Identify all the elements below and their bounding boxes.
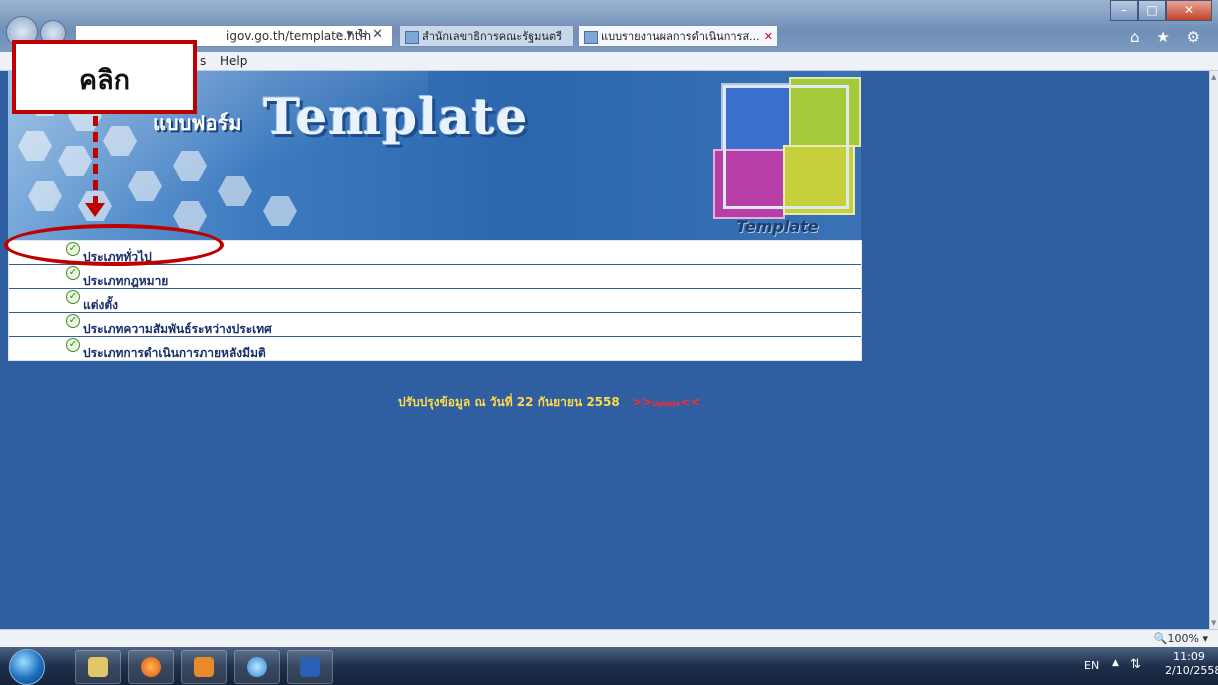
show-hidden-icons-icon[interactable]: ▲	[1112, 658, 1119, 668]
tab-cabinet-secretariat[interactable]: สำนักเลขาธิการคณะรัฐมนตรี	[399, 25, 574, 47]
internet-explorer-icon[interactable]	[234, 650, 280, 684]
close-window-button[interactable]: ✕	[1166, 0, 1212, 21]
clock-time: 11:09	[1173, 650, 1205, 663]
media-player-icon[interactable]	[181, 650, 227, 684]
page-content: แบบฟอร์ม Template Template ✓ ประเภททั่วไ…	[0, 71, 1209, 629]
highlight-ellipse	[4, 224, 224, 266]
check-circle-icon: ✓	[66, 314, 80, 328]
tab-report-form[interactable]: แบบรายงานผลการดำเนินการส... ✕	[578, 25, 778, 47]
file-explorer-icon[interactable]	[75, 650, 121, 684]
browser-status-bar: 🔍100% ▾	[0, 629, 1218, 648]
check-circle-icon: ✓	[66, 290, 80, 304]
menu-help[interactable]: Help	[220, 52, 247, 70]
language-indicator[interactable]: EN	[1084, 659, 1099, 672]
menu-item-international[interactable]: ✓ ประเภทความสัมพันธ์ระหว่างประเทศ	[9, 313, 861, 337]
minimize-button[interactable]: –	[1110, 0, 1138, 21]
menu-item-appointment[interactable]: ✓ แต่งตั้ง	[9, 289, 861, 313]
tab-close-icon[interactable]: ✕	[764, 26, 773, 46]
click-instruction-callout: คลิก	[12, 40, 197, 114]
scroll-up-icon[interactable]: ▲	[1211, 73, 1216, 81]
menu-item-label[interactable]: ประเภทการดำเนินการภายหลังมีมติ	[83, 344, 266, 363]
pointer-arrowhead-icon	[85, 203, 105, 217]
windows-taskbar: EN ▲ ⇅ 11:09 2/10/2558	[0, 647, 1218, 685]
window-controls: – □ ✕	[1110, 0, 1212, 21]
firefox-icon[interactable]	[128, 650, 174, 684]
system-tray: EN ▲ ⇅ 11:09 2/10/2558	[1078, 647, 1218, 685]
check-circle-icon: ✓	[66, 266, 80, 280]
last-updated-notice: ปรับปรุงข้อมูล ณ วันที่ 22 กันยายน 2558 …	[398, 393, 701, 412]
callout-text: คลิก	[79, 65, 130, 96]
puzzle-logo-icon	[713, 77, 861, 219]
scroll-down-icon[interactable]: ▼	[1211, 619, 1216, 627]
last-updated-text: ปรับปรุงข้อมูล ณ วันที่ 22 กันยายน 2558	[398, 395, 620, 409]
menu-item-post-resolution[interactable]: ✓ ประเภทการดำเนินการภายหลังมีมติ	[9, 337, 861, 360]
home-favorites-tools-icons[interactable]: ⌂ ★ ⚙	[1130, 28, 1206, 46]
menu-item-law[interactable]: ✓ ประเภทกฎหมาย	[9, 265, 861, 289]
puzzle-logo-label: Template	[736, 217, 819, 236]
clock-date: 2/10/2558	[1165, 664, 1218, 677]
tab-label: สำนักเลขาธิการคณะรัฐมนตรี	[422, 30, 562, 43]
check-circle-icon: ✓	[66, 338, 80, 352]
address-tools[interactable]: ⌕ ▾ ↻ ✕	[335, 25, 383, 47]
page-scrollbar[interactable]: ▲ ▼	[1209, 71, 1218, 629]
update-link[interactable]: >>Update<<	[632, 395, 701, 409]
network-icon[interactable]: ⇅	[1130, 657, 1141, 672]
dashed-pointer-line	[93, 116, 98, 206]
tab-label: แบบรายงานผลการดำเนินการส...	[601, 30, 760, 43]
banner-template-title: Template	[263, 87, 529, 146]
word-icon[interactable]	[287, 650, 333, 684]
start-button[interactable]	[9, 649, 45, 685]
clock[interactable]: 11:09 2/10/2558	[1165, 650, 1218, 678]
page-favicon-icon	[405, 31, 419, 44]
zoom-level[interactable]: 🔍100% ▾	[1154, 630, 1208, 648]
page-favicon-icon	[584, 31, 598, 44]
maximize-button[interactable]: □	[1138, 0, 1166, 21]
menu-tools[interactable]: s	[200, 52, 206, 70]
